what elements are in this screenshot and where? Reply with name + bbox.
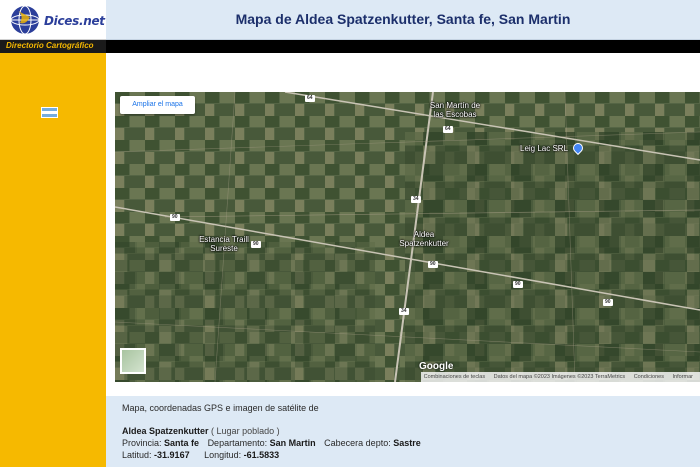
argentina-flag-icon[interactable] bbox=[41, 107, 58, 118]
info-coords-line: Latitud: -31.9167 Longitud: -61.5833 bbox=[122, 450, 279, 460]
provincia-value: Santa fe bbox=[164, 438, 200, 448]
globe-icon bbox=[10, 5, 40, 35]
satellite-map[interactable]: Ampliar el mapa San Martín de las Escoba… bbox=[115, 92, 700, 382]
longitud-label: Longitud: bbox=[204, 450, 242, 460]
keyboard-shortcuts-link[interactable]: Combinaciones de teclas bbox=[424, 374, 485, 380]
left-sidebar bbox=[0, 53, 106, 467]
route-shield: 64 bbox=[443, 126, 453, 133]
place-type: ( Lugar poblado ) bbox=[211, 426, 280, 436]
route-shield: 34 bbox=[411, 196, 421, 203]
departamento-value: San Martin bbox=[269, 438, 316, 448]
map-attribution: Combinaciones de teclas Datos del mapa ©… bbox=[420, 372, 700, 382]
latitud-label: Latitud: bbox=[122, 450, 152, 460]
map-label-san-martin: San Martín de las Escobas bbox=[429, 101, 481, 119]
place-name: Aldea Spatzenkutter bbox=[122, 426, 209, 436]
directory-label[interactable]: Directorio Cartográfico bbox=[0, 40, 106, 53]
cabecera-value: Sastre bbox=[393, 438, 421, 448]
info-admin-line: Provincia: Santa fe Departamento: San Ma… bbox=[122, 438, 421, 448]
info-place-line: Aldea Spatzenkutter ( Lugar poblado ) bbox=[122, 426, 280, 436]
info-panel: Mapa, coordenadas GPS e imagen de satéli… bbox=[106, 396, 700, 467]
info-intro: Mapa, coordenadas GPS e imagen de satéli… bbox=[122, 403, 319, 413]
google-logo: Google bbox=[419, 361, 454, 372]
site-logo[interactable]: Dices.net bbox=[0, 0, 106, 40]
route-shield: 34 bbox=[399, 308, 409, 315]
latitud-value: -31.9167 bbox=[154, 450, 190, 460]
route-shield: 90 bbox=[603, 299, 613, 306]
title-bar: Mapa de Aldea Spatzenkutter, Santa fe, S… bbox=[106, 0, 700, 40]
route-shield: 90 bbox=[251, 241, 261, 248]
report-link[interactable]: Informar bbox=[673, 374, 693, 380]
route-shield: 64 bbox=[305, 95, 315, 102]
departamento-label: Departamento: bbox=[207, 438, 268, 448]
cabecera-label: Cabecera depto: bbox=[324, 438, 391, 448]
directory-label-text: Directorio Cartográfico bbox=[6, 41, 94, 50]
route-shield: 90 bbox=[513, 281, 523, 288]
map-label-leig-lac: Leig Lac SRL bbox=[520, 144, 569, 153]
map-data-text: Datos del mapa ©2023 Imágenes ©2023 Terr… bbox=[493, 374, 626, 380]
terms-link[interactable]: Condiciones bbox=[634, 374, 664, 380]
route-shield: 90 bbox=[170, 214, 180, 221]
logo-text: Dices.net bbox=[44, 14, 105, 28]
route-shield: 90 bbox=[428, 261, 438, 268]
map-type-thumbnail[interactable] bbox=[120, 348, 146, 374]
map-label-aldea: Aldea Spatzenkutter bbox=[399, 230, 449, 248]
longitud-value: -61.5833 bbox=[243, 450, 280, 460]
content-spacer bbox=[106, 53, 700, 92]
page-title: Mapa de Aldea Spatzenkutter, Santa fe, S… bbox=[235, 11, 571, 27]
map-label-estancia: Estancia Traill Sureste bbox=[199, 235, 249, 253]
provincia-label: Provincia: bbox=[122, 438, 162, 448]
ampliar-mapa-button[interactable]: Ampliar el mapa bbox=[120, 96, 195, 114]
